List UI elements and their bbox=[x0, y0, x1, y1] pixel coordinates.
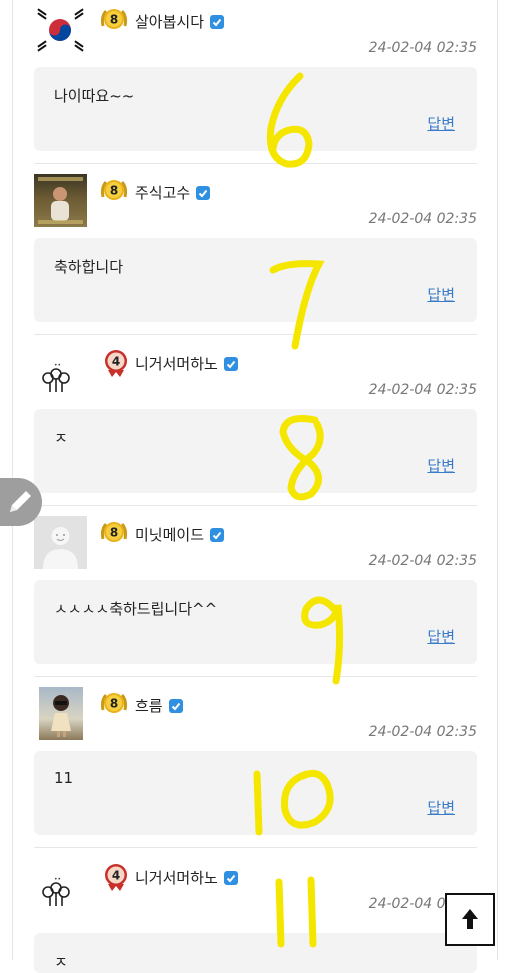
comment-divider bbox=[34, 847, 477, 848]
author-label: 주식고수 bbox=[135, 184, 191, 202]
comment-body: 나이따요~~ 답변 bbox=[34, 67, 477, 151]
level-badge: 8 bbox=[100, 6, 128, 34]
comment-body: 축하합니다 답변 bbox=[34, 238, 477, 322]
author-name[interactable]: 흐름 bbox=[135, 695, 183, 716]
comment-timestamp: 24-02-04 02:35 bbox=[368, 553, 477, 569]
page-right-border bbox=[497, 0, 498, 960]
author-label: 살아봅시다 bbox=[135, 13, 205, 31]
comment-text: ㅅㅅㅅㅅ축하드립니다^^ bbox=[54, 600, 218, 618]
level-badge: 8 bbox=[100, 519, 128, 547]
comment-text: 나이따요~~ bbox=[54, 87, 135, 105]
scroll-top-button[interactable] bbox=[445, 893, 495, 946]
comment-item: •• 4 니거서머하노 24-02-04 02:35 ㅈ 답변 bbox=[34, 335, 477, 506]
comment-timestamp: 24-02-04 02:35 bbox=[368, 211, 477, 227]
svg-text:••: •• bbox=[54, 876, 61, 883]
comment-body: ㅈ 답변 bbox=[34, 933, 477, 973]
comment-item: •• 4 니거서머하노 24-02-04 02:35 ㅈ 답변 bbox=[34, 849, 477, 973]
comment-body: 11 답변 bbox=[34, 751, 477, 835]
comment-item: 8 흐름 24-02-04 02:35 11 답변 bbox=[34, 677, 477, 848]
comment-text: 11 bbox=[54, 769, 74, 787]
level-number: 8 bbox=[110, 13, 118, 27]
author-label: 니거서머하노 bbox=[135, 869, 218, 887]
author-name[interactable]: 니거서머하노 bbox=[135, 353, 238, 374]
author-label: 미닛메이드 bbox=[135, 526, 205, 544]
comment-text: ㅈ bbox=[54, 429, 68, 447]
author-name[interactable]: 니거서머하노 bbox=[135, 867, 238, 888]
level-badge: 4 bbox=[102, 348, 130, 377]
check-icon bbox=[210, 14, 225, 29]
reply-link[interactable]: 답변 bbox=[427, 797, 455, 818]
avatar[interactable]: •• bbox=[34, 859, 87, 912]
reply-link[interactable]: 답변 bbox=[427, 626, 455, 647]
level-number: 4 bbox=[112, 355, 120, 369]
check-icon bbox=[210, 527, 225, 542]
check-icon bbox=[223, 356, 238, 371]
comment-text: ㅈ bbox=[54, 953, 68, 971]
check-icon bbox=[196, 185, 211, 200]
reply-link[interactable]: 답변 bbox=[427, 455, 455, 476]
level-badge: 8 bbox=[100, 177, 128, 205]
level-badge: 4 bbox=[102, 862, 130, 891]
reply-link[interactable]: 답변 bbox=[427, 113, 455, 134]
author-name[interactable]: 살아봅시다 bbox=[135, 11, 225, 32]
comment-timestamp: 24-02-04 02:35 bbox=[368, 724, 477, 740]
avatar[interactable] bbox=[34, 3, 87, 56]
comment-item: 8 미닛메이드 24-02-04 02:35 ㅅㅅㅅㅅ축하드립니다^^ 답변 bbox=[34, 506, 477, 677]
author-name[interactable]: 미닛메이드 bbox=[135, 524, 225, 545]
comment-item: 8 살아봅시다 24-02-04 02:35 나이따요~~ 답변 bbox=[34, 0, 477, 164]
avatar[interactable] bbox=[39, 687, 83, 740]
comment-text: 축하합니다 bbox=[54, 258, 124, 276]
comment-item: 8 주식고수 24-02-04 02:35 축하합니다 답변 bbox=[34, 164, 477, 335]
comment-timestamp: 24-02-04 02:35 bbox=[368, 382, 477, 398]
check-icon bbox=[223, 870, 238, 885]
arrow-up-icon bbox=[462, 909, 478, 929]
svg-text:••: •• bbox=[54, 362, 61, 369]
level-badge: 8 bbox=[100, 690, 128, 718]
level-number: 8 bbox=[110, 697, 118, 711]
comment-body: ㅈ 답변 bbox=[34, 409, 477, 493]
level-number: 8 bbox=[110, 526, 118, 540]
level-number: 8 bbox=[110, 184, 118, 198]
avatar[interactable]: •• bbox=[34, 345, 87, 398]
reply-link[interactable]: 답변 bbox=[427, 284, 455, 305]
comment-timestamp: 24-02-04 02:35 bbox=[368, 40, 477, 56]
comment-body: ㅅㅅㅅㅅ축하드립니다^^ 답변 bbox=[34, 580, 477, 664]
avatar[interactable] bbox=[34, 174, 87, 227]
author-label: 니거서머하노 bbox=[135, 355, 218, 373]
level-number: 4 bbox=[112, 869, 120, 883]
edit-button[interactable] bbox=[0, 478, 42, 526]
check-icon bbox=[168, 698, 183, 713]
pencil-icon bbox=[10, 491, 31, 512]
author-name[interactable]: 주식고수 bbox=[135, 182, 211, 203]
author-label: 흐름 bbox=[135, 697, 163, 715]
